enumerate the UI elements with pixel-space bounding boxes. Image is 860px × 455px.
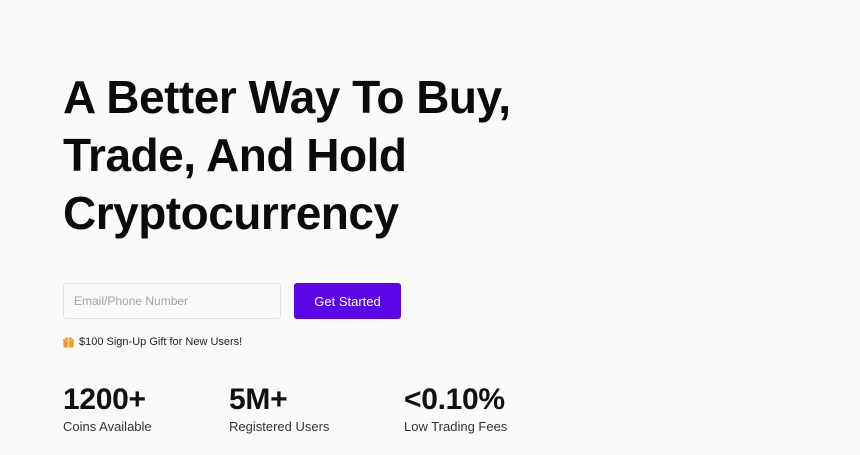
gift-text: $100 Sign-Up Gift for New Users! xyxy=(79,336,243,348)
hero-section: A Better Way To Buy, Trade, And Hold Cry… xyxy=(63,0,823,455)
headline-line-2: Trade, And Hold xyxy=(63,129,407,181)
stat-users: 5M+ Registered Users xyxy=(229,383,329,434)
email-phone-input[interactable] xyxy=(63,283,281,319)
stat-value: 1200+ xyxy=(63,383,146,416)
stat-value: 5M+ xyxy=(229,383,288,416)
signup-gift-note: $100 Sign-Up Gift for New Users! xyxy=(63,336,242,348)
stat-fees: <0.10% Low Trading Fees xyxy=(404,383,507,434)
hero-headline: A Better Way To Buy, Trade, And Hold Cry… xyxy=(63,68,583,242)
stat-label: Coins Available xyxy=(63,419,152,434)
stat-value: <0.10% xyxy=(404,383,505,416)
headline-line-3: Cryptocurrency xyxy=(63,187,399,239)
get-started-button[interactable]: Get Started xyxy=(294,283,401,319)
stat-label: Low Trading Fees xyxy=(404,419,508,434)
gift-icon xyxy=(63,336,74,348)
stats-row: 1200+ Coins Available 5M+ Registered Use… xyxy=(63,383,583,443)
stat-label: Registered Users xyxy=(229,419,330,434)
headline-line-1: A Better Way To Buy, xyxy=(63,71,511,123)
signup-form: Get Started xyxy=(63,283,401,319)
stat-coins: 1200+ Coins Available xyxy=(63,383,152,434)
